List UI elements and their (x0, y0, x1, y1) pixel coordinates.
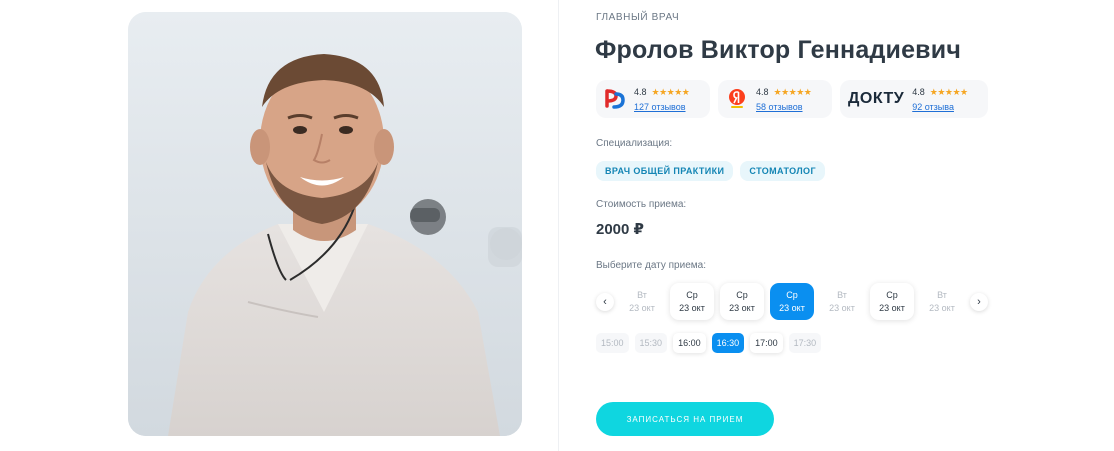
chevron-left-icon[interactable]: ‹ (596, 292, 614, 311)
date-weekday: Вт (637, 290, 647, 300)
time-slot[interactable]: 17:00 (750, 333, 783, 353)
doctor-photo (128, 12, 522, 436)
specialization-tag: СТОМАТОЛОГ (740, 161, 825, 181)
review-card-dokty: ДОКТУ 4.8 ★★★★★ 92 отзыва (840, 80, 988, 118)
date-day: 23 окт (879, 303, 905, 313)
yandex-logo-icon (726, 88, 748, 110)
specialization-tags: ВРАЧ ОБЩЕЙ ПРАКТИКИ СТОМАТОЛОГ (596, 161, 825, 181)
star-rating-icon: ★★★★★ (651, 86, 690, 97)
star-rating-icon: ★★★★★ (773, 86, 812, 97)
date-weekday: Вт (937, 290, 947, 300)
date-day: 23 окт (729, 303, 755, 313)
date-option: Вт 23 окт (920, 283, 964, 320)
time-slot: 15:00 (596, 333, 629, 353)
price-label: Стоимость приема: (596, 199, 687, 210)
date-weekday: Ср (886, 290, 898, 300)
specialization-tag: ВРАЧ ОБЩЕЙ ПРАКТИКИ (596, 161, 734, 181)
specialization-label: Специализация: (596, 138, 673, 149)
date-day: 23 окт (929, 303, 955, 313)
time-slots: 15:00 15:30 16:00 16:30 17:00 17:30 (596, 333, 822, 353)
reviews-link[interactable]: 127 отзывов (634, 102, 689, 112)
review-card-yandex: 4.8 ★★★★★ 58 отзывов (718, 80, 832, 118)
review-card-prodoctorov: 4.8 ★★★★★ 127 отзывов (596, 80, 710, 118)
review-rating: 4.8 (756, 87, 769, 97)
review-rating: 4.8 (634, 87, 647, 97)
date-weekday: Ср (786, 290, 798, 300)
dokty-logo-icon: ДОКТУ (848, 90, 905, 107)
date-picker: ‹ Вт 23 окт Ср 23 окт Ср 23 окт Ср 23 окт Вт 23 о… (596, 283, 988, 320)
doctor-name: Фролов Виктор Геннадиевич (595, 36, 962, 64)
time-slot: 15:30 (634, 333, 668, 353)
reviews-link[interactable]: 92 отзыва (912, 102, 967, 112)
date-weekday: Вт (837, 290, 847, 300)
price-value: 2000 ₽ (596, 221, 644, 238)
date-day: 23 окт (679, 303, 705, 313)
prodoctorov-logo-icon (604, 88, 626, 110)
column-divider (558, 0, 559, 451)
book-appointment-button[interactable]: ЗАПИСАТЬСЯ НА ПРИЕМ (596, 402, 774, 436)
review-rating: 4.8 (912, 87, 925, 97)
date-option: Вт 23 окт (620, 283, 664, 320)
reviews-link[interactable]: 58 отзывов (756, 102, 811, 112)
time-slot[interactable]: 16:30 (711, 333, 745, 353)
reviews-row: 4.8 ★★★★★ 127 отзывов 4.8 ★★★★★ 58 отзыв… (596, 80, 988, 118)
date-day: 23 окт (829, 303, 855, 313)
time-slot: 17:30 (788, 333, 822, 353)
doctor-role: ГЛАВНЫЙ ВРАЧ (596, 12, 680, 23)
date-day: 23 окт (629, 303, 655, 313)
date-option[interactable]: Ср 23 окт (770, 283, 814, 320)
date-weekday: Ср (736, 290, 748, 300)
chevron-right-icon[interactable]: › (970, 292, 988, 311)
time-slot[interactable]: 16:00 (673, 333, 706, 353)
date-day: 23 окт (779, 303, 805, 313)
date-weekday: Ср (686, 290, 698, 300)
date-option[interactable]: Ср 23 окт (720, 283, 764, 320)
star-rating-icon: ★★★★★ (929, 86, 968, 97)
date-option[interactable]: Ср 23 окт (870, 283, 914, 320)
date-option: Вт 23 окт (820, 283, 864, 320)
date-option[interactable]: Ср 23 окт (670, 283, 714, 320)
date-label: Выберите дату приема: (596, 260, 706, 271)
